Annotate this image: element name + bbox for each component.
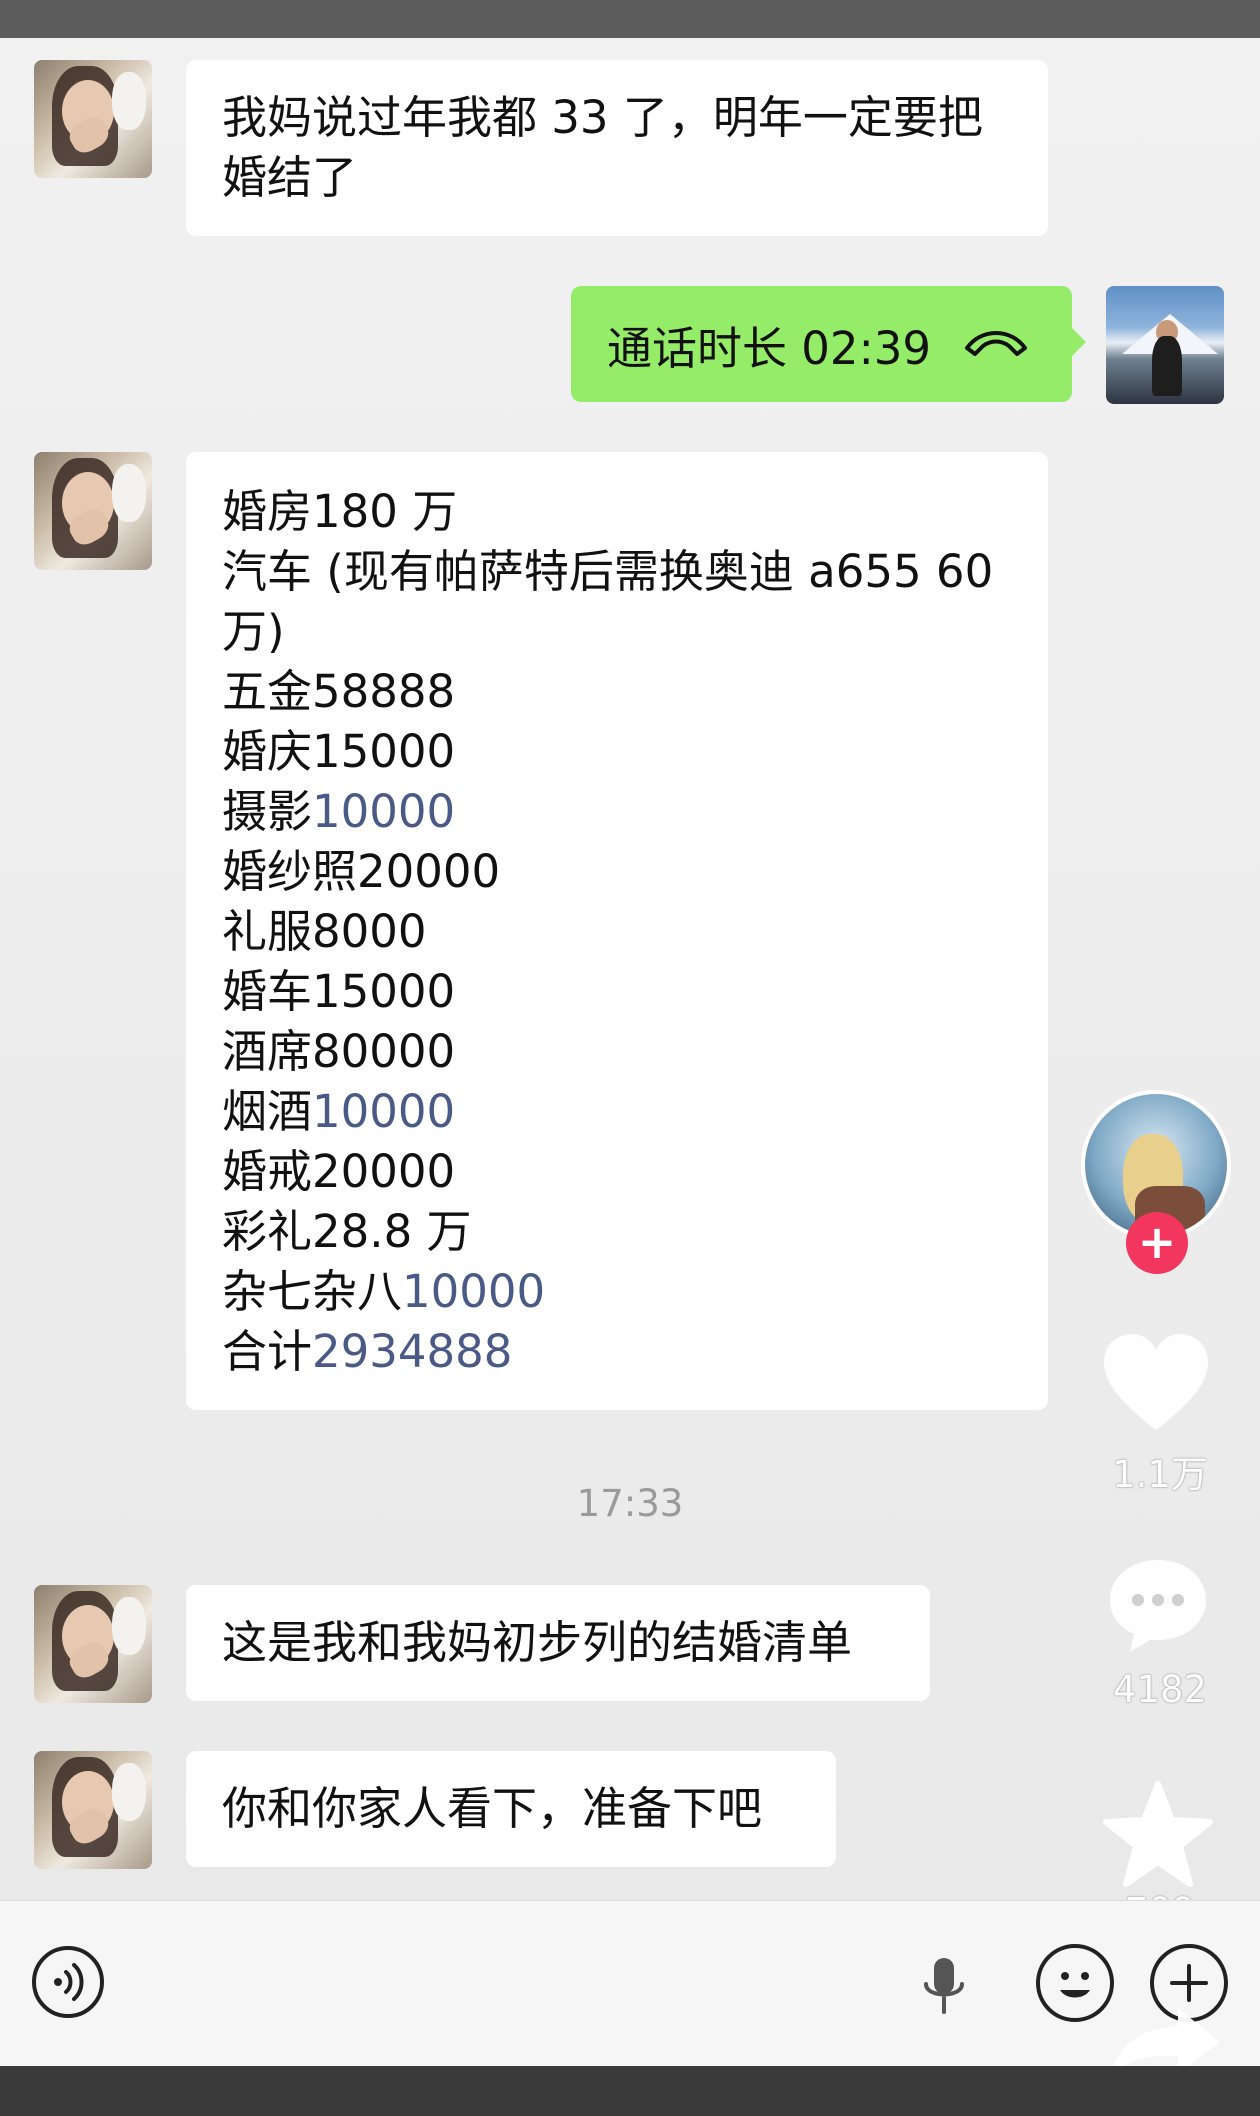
list-item: 五金58888 (222, 665, 456, 718)
message-text: 我妈说过年我都 33 了，明年一定要把 (222, 91, 983, 144)
contact-avatar[interactable] (34, 60, 152, 178)
message-timestamp: 17:33 (576, 1482, 684, 1525)
call-duration-text: 通话时长 02:39 (607, 321, 931, 375)
phone-hangup-icon (961, 318, 1031, 371)
contact-avatar[interactable] (34, 452, 152, 570)
follow-button[interactable]: + (1126, 1212, 1188, 1274)
number-link[interactable]: 2934888 (312, 1325, 512, 1378)
list-item: 汽车 (现有帕萨特后需换奥迪 a655 60 (222, 545, 994, 598)
message-text: 这是我和我妈初步列的结婚清单 (222, 1616, 853, 1669)
contact-avatar[interactable] (34, 1585, 152, 1703)
number-link[interactable]: 10000 (312, 1085, 455, 1138)
list-item: 彩礼28.8 万 (222, 1205, 472, 1258)
comment-icon[interactable] (1106, 1554, 1210, 1662)
list-item: 杂七杂八10000 (222, 1265, 546, 1318)
contact-avatar[interactable] (34, 1751, 152, 1869)
number-link[interactable]: 10000 (402, 1265, 545, 1318)
list-item: 婚庆15000 (222, 725, 456, 778)
emoji-icon[interactable] (1036, 1944, 1114, 2022)
comment-count: 4182 (1112, 1668, 1208, 1711)
list-item: 万) (222, 605, 285, 658)
list-item: 婚房180 万 (222, 485, 458, 538)
number-link[interactable]: 10000 (312, 785, 455, 838)
top-status-bar (0, 0, 1260, 38)
my-avatar[interactable] (1106, 286, 1224, 404)
list-item: 婚戒20000 (222, 1145, 456, 1198)
list-item: 酒席80000 (222, 1025, 456, 1078)
list-item: 婚车15000 (222, 965, 456, 1018)
microphone-icon[interactable] (918, 1954, 970, 2022)
heart-icon[interactable] (1100, 1330, 1212, 1438)
list-item: 烟酒10000 (222, 1085, 456, 1138)
voice-mode-icon[interactable] (32, 1946, 104, 2018)
call-record-bubble[interactable]: 通话时长 02:39 (571, 286, 1086, 402)
message-bubble[interactable]: 这是我和我妈初步列的结婚清单 (186, 1585, 930, 1701)
message-text: 你和你家人看下，准备下吧 (222, 1782, 763, 1835)
message-text: 婚结了 (222, 151, 358, 204)
list-item: 摄影10000 (222, 785, 456, 838)
star-icon[interactable] (1102, 1780, 1214, 1892)
list-item: 婚纱照20000 (222, 845, 501, 898)
list-item: 礼服8000 (222, 905, 427, 958)
wedding-list-bubble[interactable]: 婚房180 万 汽车 (现有帕萨特后需换奥迪 a655 60 万) 五金5888… (186, 452, 1048, 1410)
list-total: 合计2934888 (222, 1325, 513, 1378)
like-count: 1.1万 (1112, 1453, 1208, 1496)
bottom-bar (0, 2066, 1260, 2116)
message-bubble[interactable]: 你和你家人看下，准备下吧 (186, 1751, 836, 1867)
message-bubble[interactable]: 我妈说过年我都 33 了，明年一定要把 婚结了 (186, 60, 1048, 236)
